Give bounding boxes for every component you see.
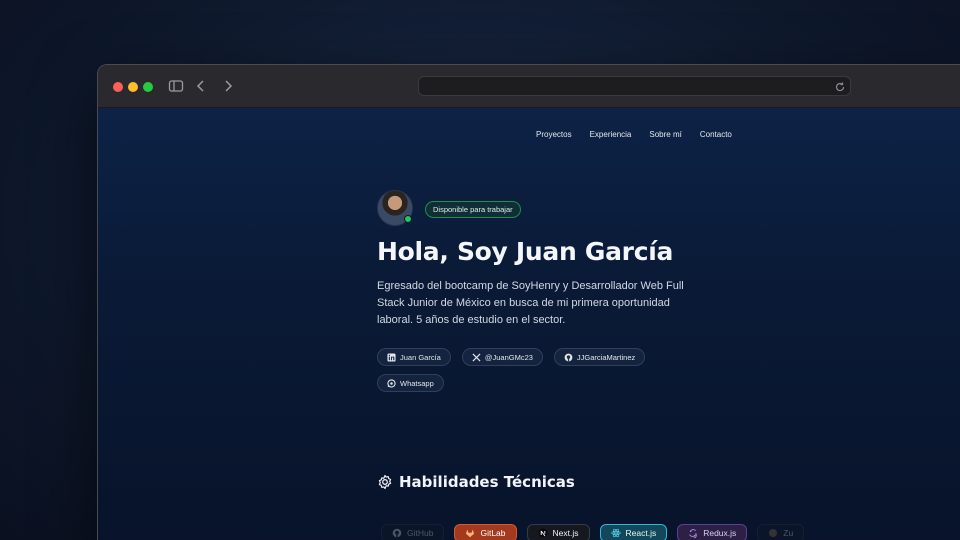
- x-link[interactable]: @JuanGMc23: [461, 348, 543, 366]
- whatsapp-icon: [387, 378, 396, 388]
- zustand-icon: [769, 529, 778, 537]
- top-nav: Proyectos Experiencia Sobre mí Contacto: [536, 130, 732, 139]
- x-label: @JuanGMc23: [484, 352, 533, 362]
- back-icon[interactable]: [191, 76, 211, 96]
- gear-icon: [378, 474, 392, 490]
- online-status-dot: [404, 215, 412, 223]
- skills-heading: Habilidades Técnicas: [377, 473, 575, 491]
- nav-link-contacto[interactable]: Contacto: [700, 130, 732, 139]
- skill-zustand: Zu: [757, 524, 805, 540]
- maximize-window-button[interactable]: [143, 82, 153, 92]
- github-icon: [564, 353, 573, 361]
- whatsapp-label: Whatsapp: [400, 378, 434, 388]
- avatar: [377, 190, 413, 226]
- nextjs-icon: [538, 528, 548, 538]
- x-icon: [472, 352, 481, 362]
- gitlab-icon: [466, 529, 475, 538]
- nav-link-sobre-mi[interactable]: Sobre mí: [649, 130, 681, 139]
- sidebar-toggle-icon[interactable]: [166, 76, 186, 96]
- github-label: JJGarciaMartinez: [576, 352, 636, 362]
- skill-label: Redux.js: [703, 528, 737, 538]
- skill-nextjs: Next.js: [526, 524, 590, 540]
- skill-label: Next.js: [552, 528, 579, 538]
- forward-icon[interactable]: [218, 76, 238, 96]
- nav-link-proyectos[interactable]: Proyectos: [536, 130, 572, 139]
- reload-icon[interactable]: [833, 79, 847, 93]
- address-bar[interactable]: [418, 76, 851, 96]
- whatsapp-link[interactable]: Whatsapp: [377, 374, 444, 392]
- skill-gitlab: GitLab: [454, 524, 517, 540]
- redux-icon: [689, 529, 697, 538]
- skill-github: GitHub: [381, 524, 445, 540]
- skill-redux: Redux.js: [677, 524, 748, 540]
- github-link[interactable]: JJGarciaMartinez: [553, 348, 646, 366]
- hero-title: Hola, Soy Juan García: [377, 237, 674, 266]
- browser-window: Proyectos Experiencia Sobre mí Contacto …: [97, 64, 960, 540]
- availability-badge: Disponible para trabajar: [425, 201, 521, 218]
- skills-heading-text: Habilidades Técnicas: [399, 473, 575, 491]
- hero-description: Egresado del bootcamp de SoyHenry y Desa…: [377, 280, 684, 326]
- skill-label: GitLab: [480, 528, 506, 538]
- linkedin-icon: [387, 352, 396, 362]
- social-links: Juan García @JuanGMc23 JJGarciaMartinez …: [377, 348, 677, 392]
- nav-link-experiencia[interactable]: Experiencia: [590, 130, 632, 139]
- skill-label: GitHub: [407, 528, 434, 538]
- skill-label: Zu: [783, 528, 794, 538]
- portfolio-page: Proyectos Experiencia Sobre mí Contacto …: [98, 108, 960, 540]
- close-window-button[interactable]: [113, 82, 123, 92]
- skills-carousel: GitHub GitLab Next.js React.js Redux.js …: [381, 524, 805, 540]
- react-icon: [610, 528, 621, 538]
- skill-label: React.js: [625, 528, 657, 538]
- skill-react: React.js: [599, 524, 668, 540]
- linkedin-label: Juan García: [400, 352, 441, 362]
- minimize-window-button[interactable]: [128, 82, 138, 92]
- browser-titlebar: [98, 65, 960, 108]
- linkedin-link[interactable]: Juan García: [377, 348, 451, 366]
- github-icon: [392, 528, 402, 538]
